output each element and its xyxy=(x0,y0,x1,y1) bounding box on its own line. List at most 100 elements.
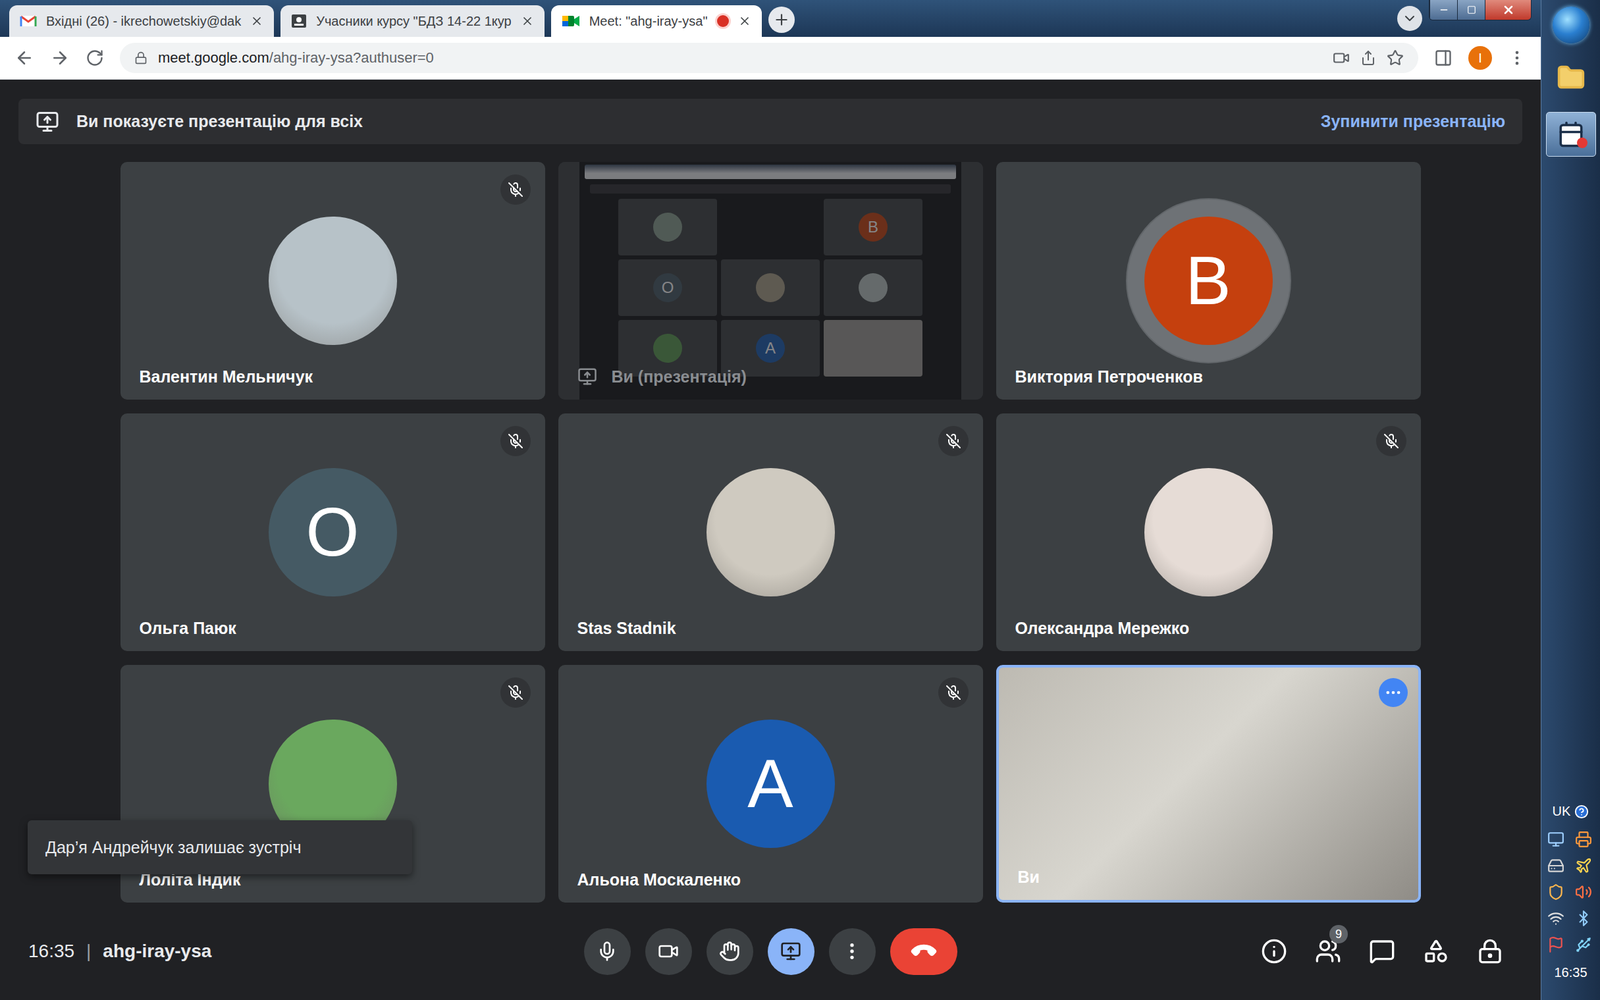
more-button[interactable] xyxy=(828,928,876,976)
maximize-button[interactable] xyxy=(1457,0,1485,20)
chat-button[interactable] xyxy=(1364,934,1400,969)
tray-icon[interactable] xyxy=(1547,883,1565,901)
explorer-task[interactable] xyxy=(1546,55,1597,101)
browser-tab[interactable]: Вхідні (26) - ikrechowetskiy@dak xyxy=(9,5,274,37)
tab-label: Учасники курсу "БДЗ 14-22 1кур xyxy=(316,13,511,29)
tab-label: Вхідні (26) - ikrechowetskiy@dak xyxy=(46,13,241,29)
more-options-icon xyxy=(841,940,863,962)
photo-avatar xyxy=(1144,468,1273,597)
tile-options-button[interactable] xyxy=(1378,678,1408,708)
raise-hand-icon xyxy=(719,940,741,962)
tile-name: Альона Москаленко xyxy=(577,870,742,890)
url-field[interactable]: meet.google.com/ahg-iray-ysa?authuser=0 xyxy=(119,42,1419,74)
maximize-icon xyxy=(1466,5,1477,15)
tray-icon[interactable] xyxy=(1547,830,1565,849)
reload-icon[interactable] xyxy=(85,48,105,68)
activities-button[interactable] xyxy=(1418,934,1454,969)
people-button[interactable]: 9 xyxy=(1310,934,1346,969)
share-icon[interactable] xyxy=(1360,50,1377,66)
leave-button[interactable] xyxy=(890,928,958,976)
hand-button[interactable] xyxy=(706,928,754,976)
meeting-time: 16:35 xyxy=(28,940,75,962)
participant-tile[interactable]: ВОАВи (презентація) xyxy=(558,161,984,400)
participant-grid: Валентин Мельничук ВОАВи (презентація) В Ви… xyxy=(18,161,1523,903)
tray-icon[interactable] xyxy=(1574,857,1593,875)
camera-button[interactable] xyxy=(645,928,693,976)
close-tab-icon[interactable] xyxy=(738,14,752,28)
close-window-button[interactable] xyxy=(1484,0,1531,20)
tab-search-button[interactable] xyxy=(1397,5,1423,31)
muted-badge xyxy=(500,426,531,457)
chat-icon xyxy=(1368,938,1396,965)
mic-button[interactable] xyxy=(584,928,631,976)
participant-tile[interactable]: В Виктория Петроченков xyxy=(996,161,1421,400)
chevron-down-icon xyxy=(1401,10,1418,27)
info-button[interactable] xyxy=(1256,934,1292,969)
language-indicator[interactable]: UK xyxy=(1552,803,1590,820)
tray-icon[interactable] xyxy=(1574,883,1593,901)
call-controls xyxy=(584,928,958,976)
minimize-button[interactable] xyxy=(1429,0,1458,20)
participant-tile[interactable]: Валентин Мельничук xyxy=(120,161,546,400)
forward-icon[interactable] xyxy=(50,48,70,68)
presentation-icon xyxy=(577,366,598,387)
menu-icon[interactable] xyxy=(1507,48,1527,68)
letter-avatar: О xyxy=(268,468,398,597)
mic-off-icon xyxy=(507,433,524,450)
bookmark-star-icon[interactable] xyxy=(1386,49,1404,67)
muted-badge xyxy=(938,677,969,708)
participant-tile[interactable]: Олександра Мережко xyxy=(996,413,1421,652)
muted-badge xyxy=(1376,426,1407,457)
tray-icon[interactable] xyxy=(1547,936,1565,954)
alert-dot xyxy=(1576,137,1588,149)
mic-off-icon xyxy=(945,684,962,701)
profile-button[interactable]: I xyxy=(1468,46,1493,70)
tray-icon[interactable] xyxy=(1574,830,1593,849)
tile-name: Валентин Мельничук xyxy=(139,367,314,387)
browser-tab[interactable]: Учасники курсу "БДЗ 14-22 1кур xyxy=(280,5,544,37)
folder-icon xyxy=(1556,63,1586,93)
participant-tile[interactable]: Ви xyxy=(996,665,1421,903)
camera-permission-icon[interactable] xyxy=(1332,49,1350,67)
tray-icon[interactable] xyxy=(1574,909,1593,928)
taskbar-clock[interactable]: 16:35 xyxy=(1553,965,1587,981)
tray-icon[interactable] xyxy=(1574,936,1593,954)
participant-tile[interactable]: А Альона Москаленко xyxy=(558,665,984,903)
windows-taskbar: UK 16:35 xyxy=(1540,0,1600,1000)
tab-strip: Вхідні (26) - ikrechowetskiy@dak Учасники… xyxy=(0,0,1541,37)
present-screen-icon xyxy=(780,940,802,962)
tab-label: Meet: "ahg-iray-ysa" xyxy=(589,13,708,29)
tile-name: Олександра Мережко xyxy=(1015,618,1190,639)
help-icon[interactable] xyxy=(1574,804,1589,820)
close-tab-icon[interactable] xyxy=(520,14,534,28)
tray-icon[interactable] xyxy=(1547,857,1565,875)
letter-avatar: А xyxy=(706,719,835,849)
letter-avatar: В xyxy=(1144,216,1273,346)
side-panel-icon[interactable] xyxy=(1434,48,1453,68)
mic-off-icon xyxy=(1383,433,1400,450)
participant-tile[interactable]: ООльга Паюк xyxy=(120,413,546,652)
call-controls-bar: 16:35|ahg-iray-ysa 9 xyxy=(18,902,1523,1000)
start-button[interactable] xyxy=(1552,6,1590,44)
photo-avatar xyxy=(706,468,835,597)
lock-icon xyxy=(134,51,148,65)
calendar-task[interactable] xyxy=(1546,111,1597,157)
tile-name: Виктория Петроченков xyxy=(1015,367,1203,387)
browser-tab[interactable]: Meet: "ahg-iray-ysa" xyxy=(551,5,762,37)
back-icon[interactable] xyxy=(14,48,35,68)
screen: Вхідні (26) - ikrechowetskiy@dak Учасники… xyxy=(0,0,1600,1000)
participant-tile[interactable]: Stas Stadnik xyxy=(558,413,984,652)
new-tab-button[interactable] xyxy=(768,6,795,33)
address-bar: meet.google.com/ahg-iray-ysa?authuser=0 I xyxy=(0,36,1541,80)
muted-badge xyxy=(500,174,531,205)
mic-off-icon xyxy=(507,684,524,701)
host-button[interactable] xyxy=(1472,934,1508,969)
meeting-info: 16:35|ahg-iray-ysa xyxy=(28,940,585,962)
count-badge: 9 xyxy=(1329,925,1348,944)
url-text: meet.google.com/ahg-iray-ysa?authuser=0 xyxy=(158,49,1323,67)
stop-presenting-button[interactable]: Зупинити презентацію xyxy=(1320,111,1506,132)
plus-icon xyxy=(773,11,791,29)
tray-icon[interactable] xyxy=(1547,909,1565,928)
present-button[interactable] xyxy=(767,928,815,976)
close-tab-icon[interactable] xyxy=(250,14,264,28)
